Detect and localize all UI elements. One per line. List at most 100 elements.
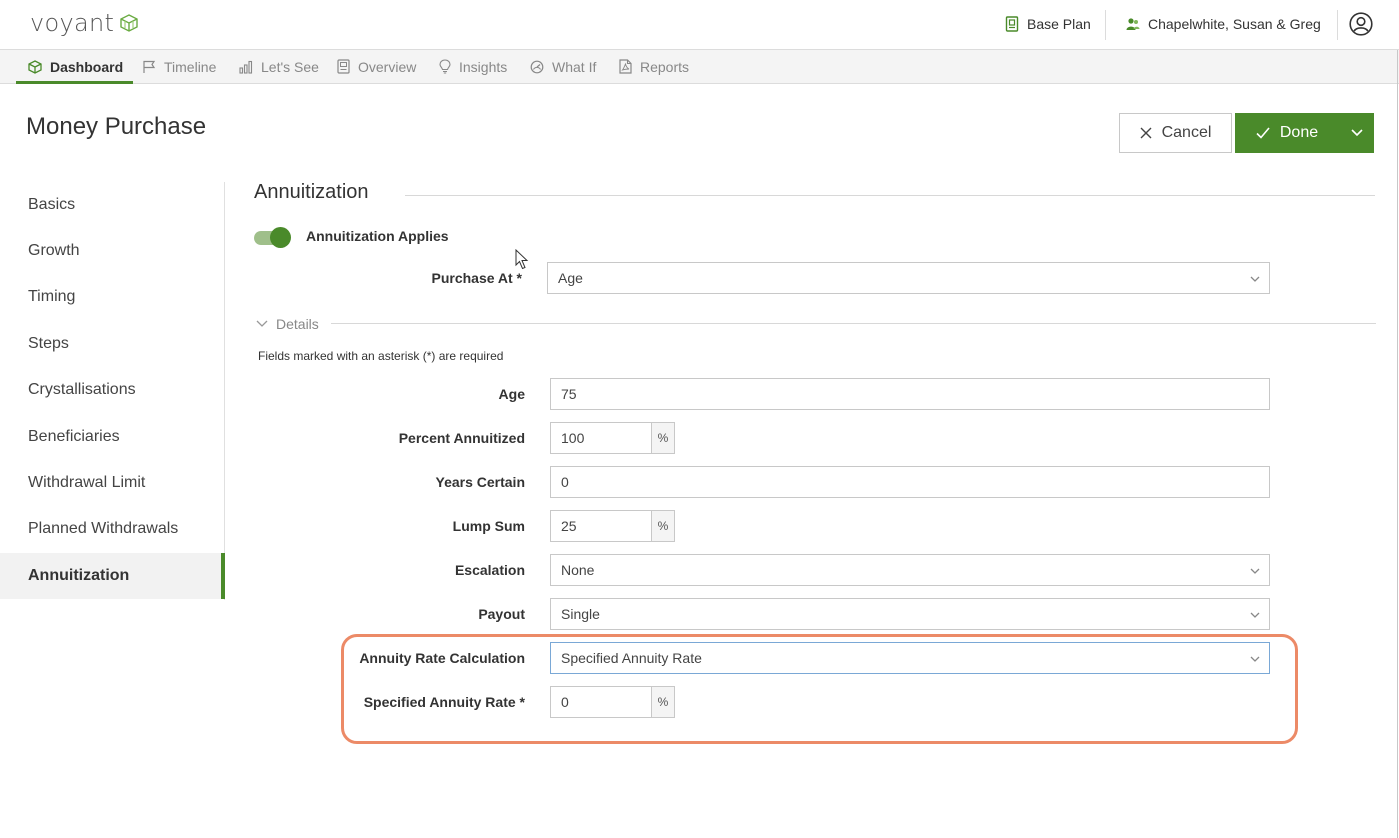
years-certain-input[interactable]: 0	[550, 466, 1270, 498]
sidebar-item-label: Basics	[28, 196, 76, 213]
lump-sum-value: 25	[561, 518, 577, 534]
header-divider	[1105, 10, 1106, 40]
chevron-down-icon	[1350, 129, 1363, 137]
details-collapse-toggle[interactable]: Details	[256, 316, 319, 332]
base-plan-label: Base Plan	[1027, 16, 1091, 32]
chevron-down-icon	[256, 320, 268, 327]
details-label: Details	[276, 316, 319, 332]
cancel-button[interactable]: Cancel	[1119, 113, 1232, 153]
escalation-select[interactable]: None	[550, 554, 1270, 586]
sidebar-item-label: Timing	[28, 288, 76, 305]
sidebar-item-label: Planned Withdrawals	[28, 520, 179, 537]
tab-insights[interactable]: Insights	[439, 50, 507, 83]
tab-overview[interactable]: Overview	[337, 50, 416, 83]
sidebar-item-crystallisations[interactable]: Crystallisations	[0, 367, 224, 413]
mouse-cursor-icon	[515, 249, 529, 270]
sidebar-item-withdrawal-limit[interactable]: Withdrawal Limit	[0, 460, 224, 506]
main-tabs: Dashboard Timeline Let's See Overview In…	[0, 50, 1399, 84]
client-selector[interactable]: Chapelwhite, Susan & Greg	[1126, 16, 1321, 32]
annuity-rate-calculation-select[interactable]: Specified Annuity Rate	[550, 642, 1270, 674]
annuity-rate-calculation-value: Specified Annuity Rate	[561, 650, 702, 666]
done-options-button[interactable]	[1339, 113, 1374, 153]
age-input[interactable]: 75	[550, 378, 1270, 410]
base-plan-button[interactable]: Base Plan	[1005, 16, 1091, 32]
done-button[interactable]: Done	[1235, 113, 1339, 153]
annuitization-applies-label: Annuitization Applies	[306, 228, 449, 244]
tab-label: What If	[552, 58, 597, 75]
specified-annuity-rate-input[interactable]: 0	[550, 686, 652, 718]
logo-text: voyant	[30, 9, 115, 37]
done-label: Done	[1279, 124, 1319, 141]
dashboard-icon	[28, 59, 42, 74]
close-icon	[1140, 127, 1152, 139]
specified-annuity-rate-value: 0	[561, 694, 569, 710]
sidebar-item-steps[interactable]: Steps	[0, 321, 224, 367]
payout-label: Payout	[478, 606, 525, 622]
tab-label: Let's See	[261, 58, 319, 75]
user-account-icon[interactable]	[1349, 12, 1373, 36]
sidebar-item-label: Withdrawal Limit	[28, 474, 146, 491]
chevron-down-icon	[1250, 612, 1260, 618]
tab-label: Timeline	[164, 58, 217, 75]
lightbulb-icon	[439, 59, 451, 74]
details-divider	[331, 323, 1376, 324]
escalation-value: None	[561, 562, 595, 578]
percent-suffix: %	[652, 686, 675, 718]
plan-document-icon	[1005, 16, 1019, 32]
sidebar-item-label: Annuitization	[28, 567, 130, 584]
payout-select[interactable]: Single	[550, 598, 1270, 630]
section-divider	[405, 195, 1375, 196]
sidebar-item-label: Crystallisations	[28, 381, 136, 398]
tab-label: Insights	[459, 58, 508, 75]
lump-sum-input[interactable]: 25	[550, 510, 652, 542]
required-fields-note: Fields marked with an asterisk (*) are r…	[258, 349, 504, 363]
sidebar-item-timing[interactable]: Timing	[0, 274, 224, 320]
gauge-icon	[530, 60, 544, 73]
tab-what-if[interactable]: What If	[530, 50, 596, 83]
specified-annuity-rate-label: Specified Annuity Rate *	[363, 694, 525, 710]
section-title: Annuitization	[254, 181, 369, 203]
tab-timeline[interactable]: Timeline	[142, 50, 216, 83]
cancel-label: Cancel	[1161, 124, 1212, 141]
tab-label: Overview	[358, 58, 417, 75]
toggle-knob	[270, 227, 291, 248]
page-title: Money Purchase	[26, 113, 207, 140]
years-certain-value: 0	[561, 474, 569, 490]
tab-reports[interactable]: Reports	[619, 50, 689, 83]
pdf-icon	[619, 59, 632, 74]
sidebar-item-planned-withdrawals[interactable]: Planned Withdrawals	[0, 506, 224, 552]
flag-icon	[143, 60, 156, 73]
escalation-label: Escalation	[454, 562, 525, 578]
purchase-at-value: Age	[558, 270, 583, 286]
sidebar-item-beneficiaries[interactable]: Beneficiaries	[0, 414, 224, 460]
checkmark-icon	[1256, 127, 1270, 139]
chevron-down-icon	[1250, 568, 1260, 574]
lump-sum-label: Lump Sum	[452, 518, 525, 534]
logo-cube-icon	[120, 14, 138, 32]
percent-suffix: %	[652, 422, 675, 454]
header-divider	[1337, 10, 1338, 40]
purchase-at-label: Purchase At *	[431, 270, 522, 286]
chevron-down-icon	[1250, 276, 1260, 282]
tab-label: Reports	[640, 58, 690, 75]
annuitization-applies-toggle[interactable]	[254, 227, 292, 249]
client-people-icon	[1126, 18, 1140, 30]
tab-lets-see[interactable]: Let's See	[239, 50, 319, 83]
age-label: Age	[498, 386, 525, 402]
voyant-logo[interactable]: voyant	[30, 9, 138, 37]
top-header: voyant Base Plan Chapelwhite, Susan & Gr…	[0, 0, 1399, 50]
sidebar-item-label: Steps	[28, 335, 69, 352]
tab-dashboard[interactable]: Dashboard	[15, 50, 134, 84]
percent-annuitized-value: 100	[561, 430, 585, 446]
sidebar-item-basics[interactable]: Basics	[0, 182, 224, 228]
sidebar-item-label: Growth	[28, 242, 80, 259]
annuity-rate-calculation-label: Annuity Rate Calculation	[359, 650, 525, 666]
section-sidebar: Basics Growth Timing Steps Crystallisati…	[0, 182, 225, 600]
window-edge	[1397, 50, 1398, 838]
sidebar-item-annuitization[interactable]: Annuitization	[0, 553, 225, 599]
purchase-at-select[interactable]: Age	[547, 262, 1270, 294]
percent-annuitized-input[interactable]: 100	[550, 422, 652, 454]
percent-annuitized-label: Percent Annuitized	[398, 430, 525, 446]
age-value: 75	[561, 386, 577, 402]
sidebar-item-growth[interactable]: Growth	[0, 228, 224, 274]
